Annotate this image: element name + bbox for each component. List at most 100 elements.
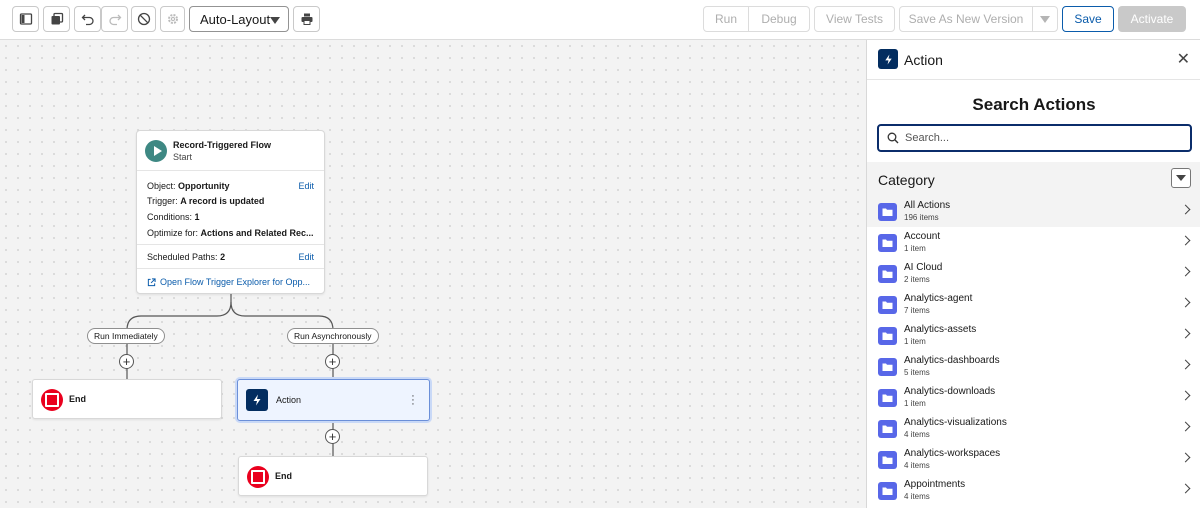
action-panel: Action ✕ Search Actions Category All Act… — [866, 40, 1200, 508]
scheduled-label: Scheduled Paths: — [147, 252, 218, 262]
layout-select[interactable]: Auto-Layout — [189, 6, 289, 32]
activate-button[interactable]: Activate — [1118, 6, 1186, 32]
printer-icon — [301, 13, 312, 25]
folder-icon — [878, 358, 897, 376]
undo-button[interactable] — [74, 6, 101, 32]
chevron-down-icon — [1040, 15, 1050, 23]
item-count: 4 items — [904, 461, 930, 470]
chevron-right-icon — [1180, 483, 1191, 494]
save-as-new-version-button[interactable]: Save As New Version — [899, 6, 1033, 32]
end-node[interactable]: End — [32, 379, 222, 419]
object-label: Object: — [147, 181, 176, 191]
list-item[interactable]: Account 1 item — [867, 227, 1200, 258]
item-count: 1 item — [904, 399, 926, 408]
scheduled-paths-detail: Scheduled Paths: 2 — [147, 252, 225, 262]
end-node[interactable]: End — [238, 456, 428, 496]
folder-icon — [878, 482, 897, 500]
optimize-label: Optimize for: — [147, 228, 199, 238]
chevron-down-icon — [270, 17, 280, 24]
print-button[interactable] — [293, 6, 320, 32]
copy-button[interactable] — [43, 6, 70, 32]
category-list: All Actions 196 items Account 1 item AI … — [867, 196, 1200, 506]
list-item[interactable]: Analytics-dashboards 5 items — [867, 351, 1200, 382]
add-element-button[interactable]: + — [325, 429, 340, 444]
item-count: 2 items — [904, 275, 930, 284]
optimize-detail: Optimize for: Actions and Related Rec... — [147, 228, 314, 238]
run-asynchronously-path-label: Run Asynchronously — [287, 328, 379, 344]
list-item[interactable]: Analytics-assets 1 item — [867, 320, 1200, 351]
edit-object-link[interactable]: Edit — [298, 181, 314, 191]
open-trigger-explorer-label: Open Flow Trigger Explorer for Opp... — [160, 277, 311, 287]
item-count: 4 items — [904, 492, 930, 501]
list-item[interactable]: Analytics-downloads 1 item — [867, 382, 1200, 413]
lightning-icon — [246, 389, 268, 411]
debug-button[interactable]: Debug — [748, 6, 810, 32]
chevron-right-icon — [1180, 328, 1191, 339]
run-button[interactable]: Run — [703, 6, 749, 32]
chevron-right-icon — [1180, 421, 1191, 432]
start-node[interactable]: Record-Triggered Flow Start Object: Oppo… — [136, 130, 325, 294]
list-item[interactable]: Analytics-workspaces 4 items — [867, 444, 1200, 475]
item-count: 1 item — [904, 244, 926, 253]
chevron-right-icon — [1180, 452, 1191, 463]
stop-icon — [41, 389, 63, 411]
list-item[interactable]: AI Cloud 2 items — [867, 258, 1200, 289]
item-name: Analytics-agent — [904, 293, 973, 304]
start-node-header: Record-Triggered Flow Start — [137, 131, 324, 171]
category-header: Category — [867, 162, 1200, 196]
list-item[interactable]: Appointments 4 items — [867, 475, 1200, 506]
settings-button[interactable] — [160, 6, 185, 32]
view-tests-button[interactable]: View Tests — [814, 6, 895, 32]
object-detail: Object: Opportunity — [147, 181, 230, 191]
list-item[interactable]: Analytics-visualizations 4 items — [867, 413, 1200, 444]
end-node-label: End — [275, 471, 292, 481]
chevron-right-icon — [1180, 297, 1191, 308]
item-count: 1 item — [904, 337, 926, 346]
item-count: 7 items — [904, 306, 930, 315]
list-item[interactable]: Analytics-agent 7 items — [867, 289, 1200, 320]
stop-icon — [247, 466, 269, 488]
action-node-label: Action — [276, 395, 302, 405]
chevron-right-icon — [1180, 390, 1191, 401]
category-dropdown-button[interactable] — [1171, 168, 1191, 188]
trigger-detail: Trigger: A record is updated — [147, 196, 264, 206]
chevron-right-icon — [1180, 204, 1191, 215]
action-node[interactable]: Action · · · — [237, 379, 430, 421]
divider — [137, 244, 324, 245]
panel-title: Action — [904, 52, 943, 68]
scheduled-value: 2 — [220, 252, 226, 262]
item-name: Analytics-dashboards — [904, 355, 1000, 366]
flow-connectors — [126, 294, 334, 457]
item-name: Analytics-workspaces — [904, 448, 1001, 459]
end-node-label: End — [69, 394, 86, 404]
conditions-label: Conditions: — [147, 212, 193, 222]
lightning-icon — [878, 49, 898, 69]
more-options-icon[interactable]: · · · — [411, 391, 415, 410]
save-button[interactable]: Save — [1062, 6, 1114, 32]
item-name: All Actions — [904, 200, 951, 211]
redo-icon — [108, 14, 121, 26]
flow-canvas[interactable]: Record-Triggered Flow Start Object: Oppo… — [0, 40, 866, 508]
chevron-right-icon — [1180, 266, 1191, 277]
folder-icon — [878, 451, 897, 469]
search-box[interactable] — [877, 124, 1192, 152]
item-name: Appointments — [904, 479, 966, 490]
add-element-button[interactable]: + — [325, 354, 340, 369]
item-name: Analytics-downloads — [904, 386, 996, 397]
divider — [137, 268, 324, 269]
run-immediately-path-label: Run Immediately — [87, 328, 165, 344]
redo-button[interactable] — [101, 6, 128, 32]
chevron-right-icon — [1180, 359, 1191, 370]
add-element-button[interactable]: + — [119, 354, 134, 369]
edit-scheduled-paths-link[interactable]: Edit — [298, 252, 314, 262]
panel-header: Action ✕ — [867, 40, 1200, 80]
list-item[interactable]: All Actions 196 items — [867, 196, 1200, 227]
chevron-right-icon — [1180, 235, 1191, 246]
search-input[interactable] — [905, 132, 1165, 144]
toggle-panel-button[interactable] — [12, 6, 39, 32]
open-trigger-explorer-link[interactable]: Open Flow Trigger Explorer for Opp... — [147, 277, 310, 287]
save-options-dropdown[interactable] — [1032, 6, 1058, 32]
close-icon[interactable]: ✕ — [1177, 52, 1190, 68]
item-name: Analytics-visualizations — [904, 417, 1007, 428]
disable-button[interactable] — [131, 6, 156, 32]
